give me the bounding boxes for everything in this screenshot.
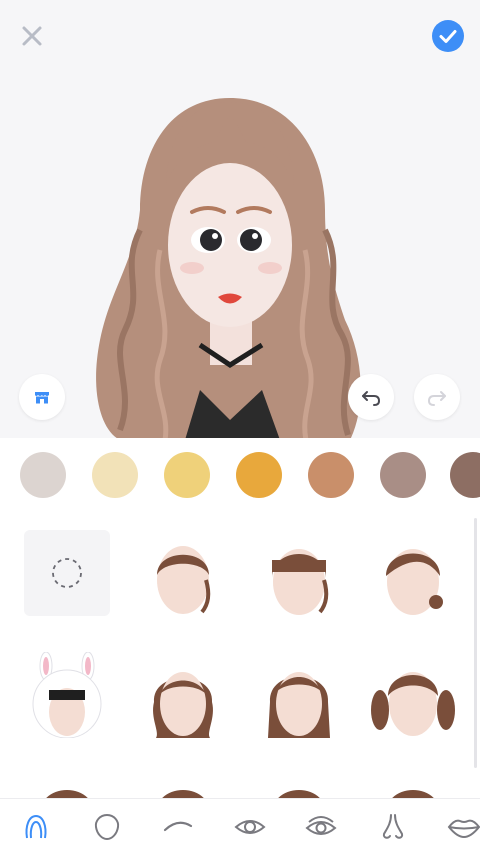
- hair-style-bangs-bun[interactable]: [256, 530, 342, 616]
- none-icon: [52, 558, 82, 588]
- hair-style-bunny-hat[interactable]: [24, 651, 110, 739]
- hair-icon: [25, 814, 47, 839]
- tab-hair[interactable]: [18, 809, 54, 845]
- redo-button[interactable]: [414, 374, 460, 420]
- undo-icon: [362, 391, 381, 406]
- hair-thumbnail-icon: [32, 651, 102, 739]
- tab-eye-details[interactable]: [303, 809, 339, 845]
- hair-style-none[interactable]: [24, 530, 110, 616]
- hair-color-picker: [0, 438, 480, 512]
- nose-icon: [382, 814, 404, 839]
- check-circle-icon: [439, 30, 457, 43]
- store-icon: [35, 392, 49, 404]
- color-swatch[interactable]: [380, 452, 426, 498]
- tab-lips[interactable]: [446, 809, 480, 845]
- hair-thumbnail-icon: [153, 672, 213, 738]
- tab-eyes[interactable]: [232, 809, 268, 845]
- undo-button[interactable]: [348, 374, 394, 420]
- avatar-editor-screen: [0, 0, 480, 854]
- grid-scrollbar[interactable]: [474, 518, 477, 768]
- hair-style-grid: [0, 512, 480, 798]
- hair-thumbnail-icon: [278, 790, 320, 798]
- close-icon: [22, 26, 42, 46]
- hair-style-long-wavy[interactable]: [140, 652, 226, 738]
- tab-nose[interactable]: [375, 809, 411, 845]
- avatar-preview-area: [0, 0, 480, 438]
- hair-style-long-straight[interactable]: [256, 652, 342, 738]
- hair-style-item[interactable]: [256, 774, 342, 798]
- color-swatch[interactable]: [92, 452, 138, 498]
- hair-thumbnail-icon: [157, 546, 211, 614]
- tab-face-shape[interactable]: [89, 809, 125, 845]
- hair-thumbnail-icon: [162, 790, 204, 798]
- hair-style-item[interactable]: [24, 774, 110, 798]
- hair-style-item[interactable]: [140, 774, 226, 798]
- hair-style-side-part-bun[interactable]: [370, 530, 456, 616]
- hair-thumbnail-icon: [371, 672, 455, 736]
- hair-style-item[interactable]: [370, 774, 456, 798]
- confirm-button[interactable]: [432, 20, 464, 52]
- eye-detail-icon: [305, 816, 337, 835]
- color-swatch[interactable]: [236, 452, 282, 498]
- color-swatch[interactable]: [20, 452, 66, 498]
- category-tab-bar: [0, 798, 480, 854]
- hair-thumbnail-icon: [46, 790, 88, 798]
- eyebrow-icon: [163, 821, 193, 832]
- hair-thumbnail-icon: [268, 672, 330, 738]
- color-swatch[interactable]: [308, 452, 354, 498]
- eye-icon: [234, 820, 266, 834]
- hair-thumbnail-icon: [392, 790, 434, 798]
- tab-eyebrows[interactable]: [160, 809, 196, 845]
- close-button[interactable]: [18, 22, 46, 50]
- hair-thumbnail-icon: [386, 549, 443, 615]
- hair-thumbnail-icon: [272, 549, 329, 615]
- hair-style-pigtails[interactable]: [370, 652, 456, 738]
- avatar-figure: [96, 98, 361, 438]
- store-button[interactable]: [19, 374, 65, 420]
- color-swatch[interactable]: [164, 452, 210, 498]
- lips-icon: [447, 819, 480, 839]
- face-shape-icon: [94, 813, 120, 841]
- redo-icon: [427, 391, 446, 406]
- color-swatch[interactable]: [450, 452, 480, 498]
- hair-style-bun-top[interactable]: [140, 530, 226, 616]
